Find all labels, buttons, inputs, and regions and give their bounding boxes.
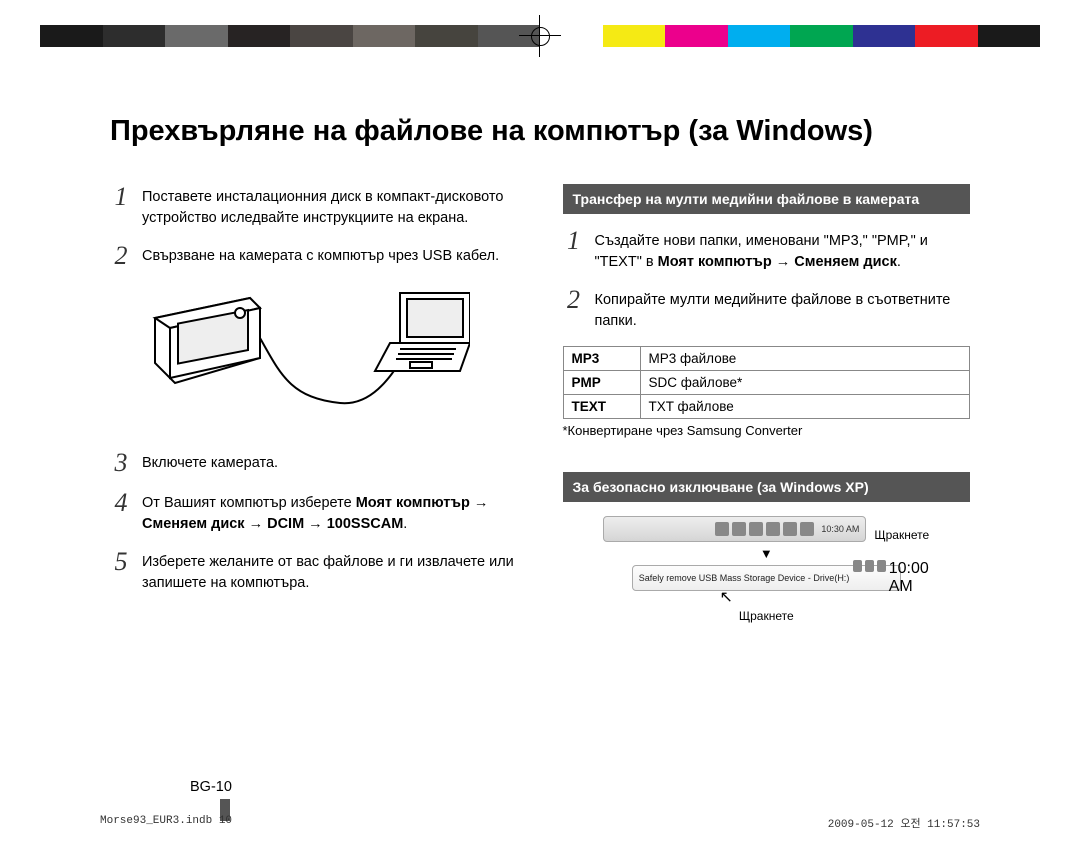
down-arrow-icon: ▼ bbox=[760, 546, 773, 561]
left-column: 1 Поставете инсталационния диск в компак… bbox=[110, 184, 518, 623]
tray-icon bbox=[800, 522, 814, 536]
r-step-1-end: . bbox=[897, 254, 901, 270]
step-text: От Вашият компютър изберете Моят компютъ… bbox=[142, 490, 518, 535]
balloon-text: Safely remove USB Mass Storage Device - … bbox=[639, 573, 850, 583]
r-step-1-path: Моят компютър → Сменяем диск bbox=[658, 254, 897, 270]
step-3: 3 Включете камерата. bbox=[110, 450, 518, 476]
tray-clock: 10:30 AM bbox=[821, 524, 859, 534]
tray-icon bbox=[853, 560, 862, 572]
step-number: 1 bbox=[110, 184, 132, 210]
step-number: 5 bbox=[110, 549, 132, 575]
right-column: Трансфер на мулти медийни файлове в каме… bbox=[563, 184, 971, 623]
tray-icon bbox=[732, 522, 746, 536]
table-row: TEXTTXT файлове bbox=[563, 395, 970, 419]
step-1: 1 Поставете инсталационния диск в компак… bbox=[110, 184, 518, 229]
page-content: Прехвърляне на файлове на компютър (за W… bbox=[110, 115, 970, 791]
registration-mark bbox=[527, 23, 553, 49]
filetype-value: MP3 файлове bbox=[640, 347, 970, 371]
filetype-value: SDC файлове* bbox=[640, 371, 970, 395]
tray-icon bbox=[877, 560, 886, 572]
step-4-end: . bbox=[403, 516, 407, 532]
section-header-transfer: Трансфер на мулти медийни файлове в каме… bbox=[563, 184, 971, 214]
page-title: Прехвърляне на файлове на компютър (за W… bbox=[110, 115, 970, 148]
step-4: 4 От Вашият компютър изберете Моят компю… bbox=[110, 490, 518, 535]
system-tray-before: 10:30 AM bbox=[603, 516, 866, 542]
print-footer: Morse93_EUR3.indb 10 2009-05-12 오전 11:57… bbox=[100, 815, 980, 831]
filetype-key: MP3 bbox=[563, 347, 640, 371]
filetype-table: MP3MP3 файловеPMPSDC файлове*TEXTTXT фай… bbox=[563, 346, 971, 419]
filetype-key: TEXT bbox=[563, 395, 640, 419]
r-step-2: 2 Копирайте мулти медийните файлове в съ… bbox=[563, 287, 971, 332]
tray-icon bbox=[865, 560, 874, 572]
tray-icon bbox=[749, 522, 763, 536]
section-header-safe-remove: За безопасно изключване (за Windows XP) bbox=[563, 472, 971, 502]
step-text: Свързване на камерата с компютър чрез US… bbox=[142, 243, 499, 267]
step-5: 5 Изберете желаните от вас файлове и ги … bbox=[110, 549, 518, 594]
tray-icon bbox=[766, 522, 780, 536]
safe-remove-balloon: Safely remove USB Mass Storage Device - … bbox=[632, 565, 901, 591]
step-number: 2 bbox=[110, 243, 132, 269]
filetype-value: TXT файлове bbox=[640, 395, 970, 419]
filetype-table-body: MP3MP3 файловеPMPSDC файлове*TEXTTXT фай… bbox=[563, 347, 970, 419]
print-footer-right: 2009-05-12 오전 11:57:53 bbox=[828, 815, 980, 831]
print-footer-left: Morse93_EUR3.indb 10 bbox=[100, 815, 232, 831]
table-row: PMPSDC файлове* bbox=[563, 371, 970, 395]
tray-icon bbox=[715, 522, 729, 536]
step-text: Създайте нови папки, именовани "MP3," "P… bbox=[595, 228, 971, 273]
step-number: 1 bbox=[563, 228, 585, 254]
step-text: Изберете желаните от вас файлове и ги из… bbox=[142, 549, 518, 594]
step-4-intro: От Вашият компютър изберете bbox=[142, 495, 356, 511]
step-text: Включете камерата. bbox=[142, 450, 278, 474]
step-text: Копирайте мулти медийните файлове в съот… bbox=[595, 287, 971, 332]
tray-clock: 10:00 AM bbox=[889, 560, 939, 596]
table-footnote: *Конвертиране чрез Samsung Converter bbox=[563, 423, 971, 438]
click-label: Щракнете bbox=[739, 609, 794, 623]
click-label: Щракнете bbox=[874, 528, 929, 542]
cursor-icon: ↖ bbox=[720, 589, 733, 606]
step-number: 2 bbox=[563, 287, 585, 313]
step-number: 4 bbox=[110, 490, 132, 516]
safe-remove-illustration: 10:30 AM Щракнете ▼ Safely remove USB Ma… bbox=[563, 516, 971, 623]
step-2: 2 Свързване на камерата с компютър чрез … bbox=[110, 243, 518, 269]
step-number: 3 bbox=[110, 450, 132, 476]
table-row: MP3MP3 файлове bbox=[563, 347, 970, 371]
camera-to-laptop-illustration bbox=[140, 283, 518, 438]
filetype-key: PMP bbox=[563, 371, 640, 395]
r-step-1: 1 Създайте нови папки, именовани "MP3," … bbox=[563, 228, 971, 273]
step-text: Поставете инсталационния диск в компакт-… bbox=[142, 184, 518, 229]
tray-icon bbox=[783, 522, 797, 536]
page-number: BG-10 bbox=[190, 779, 232, 795]
